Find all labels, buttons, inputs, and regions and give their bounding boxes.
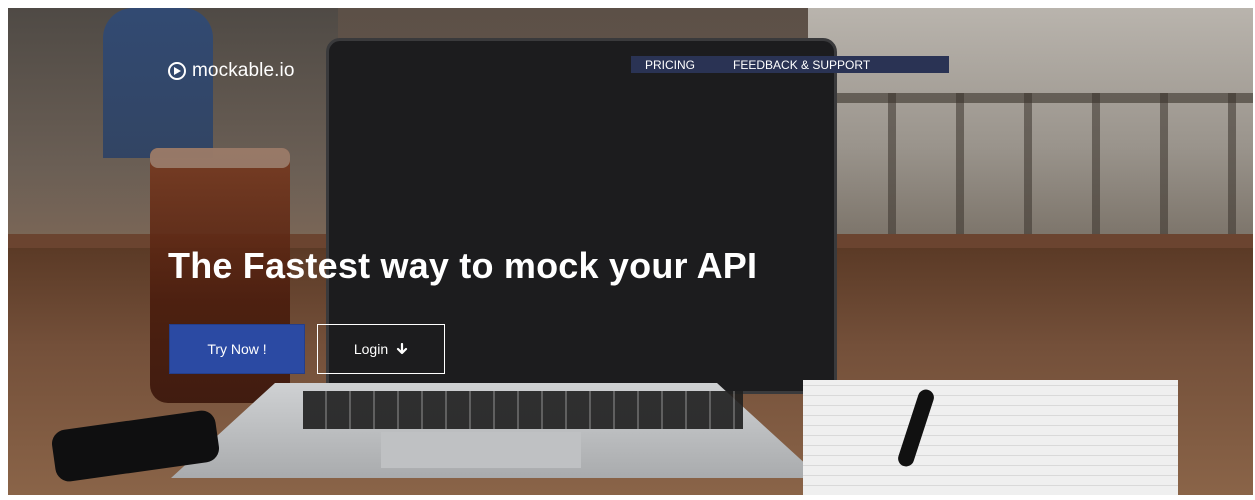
brand-name: mockable.io	[192, 60, 295, 81]
laptop-keyboard	[303, 391, 743, 429]
login-button[interactable]: Login	[317, 324, 445, 374]
try-now-button[interactable]: Try Now !	[169, 324, 305, 374]
hero-headline: The Fastest way to mock your API	[168, 245, 758, 286]
arrow-down-icon	[397, 343, 408, 355]
laptop-trackpad	[381, 432, 581, 468]
background-rail-top	[828, 93, 1253, 103]
try-now-label: Try Now !	[207, 341, 267, 357]
background-person	[103, 8, 213, 158]
top-nav: PRICING FEEDBACK & SUPPORT	[631, 56, 949, 73]
brand-logo[interactable]: mockable.io	[168, 60, 294, 82]
hero-section: mockable.io PRICING FEEDBACK & SUPPORT T…	[8, 8, 1253, 495]
play-circle-icon	[168, 62, 186, 80]
notebook	[803, 380, 1178, 495]
background-railing	[828, 93, 1253, 243]
login-label: Login	[353, 341, 389, 357]
drink-glass-rim	[150, 148, 290, 168]
nav-item-feedback-support[interactable]: FEEDBACK & SUPPORT	[733, 58, 870, 72]
nav-item-pricing[interactable]: PRICING	[645, 58, 695, 72]
